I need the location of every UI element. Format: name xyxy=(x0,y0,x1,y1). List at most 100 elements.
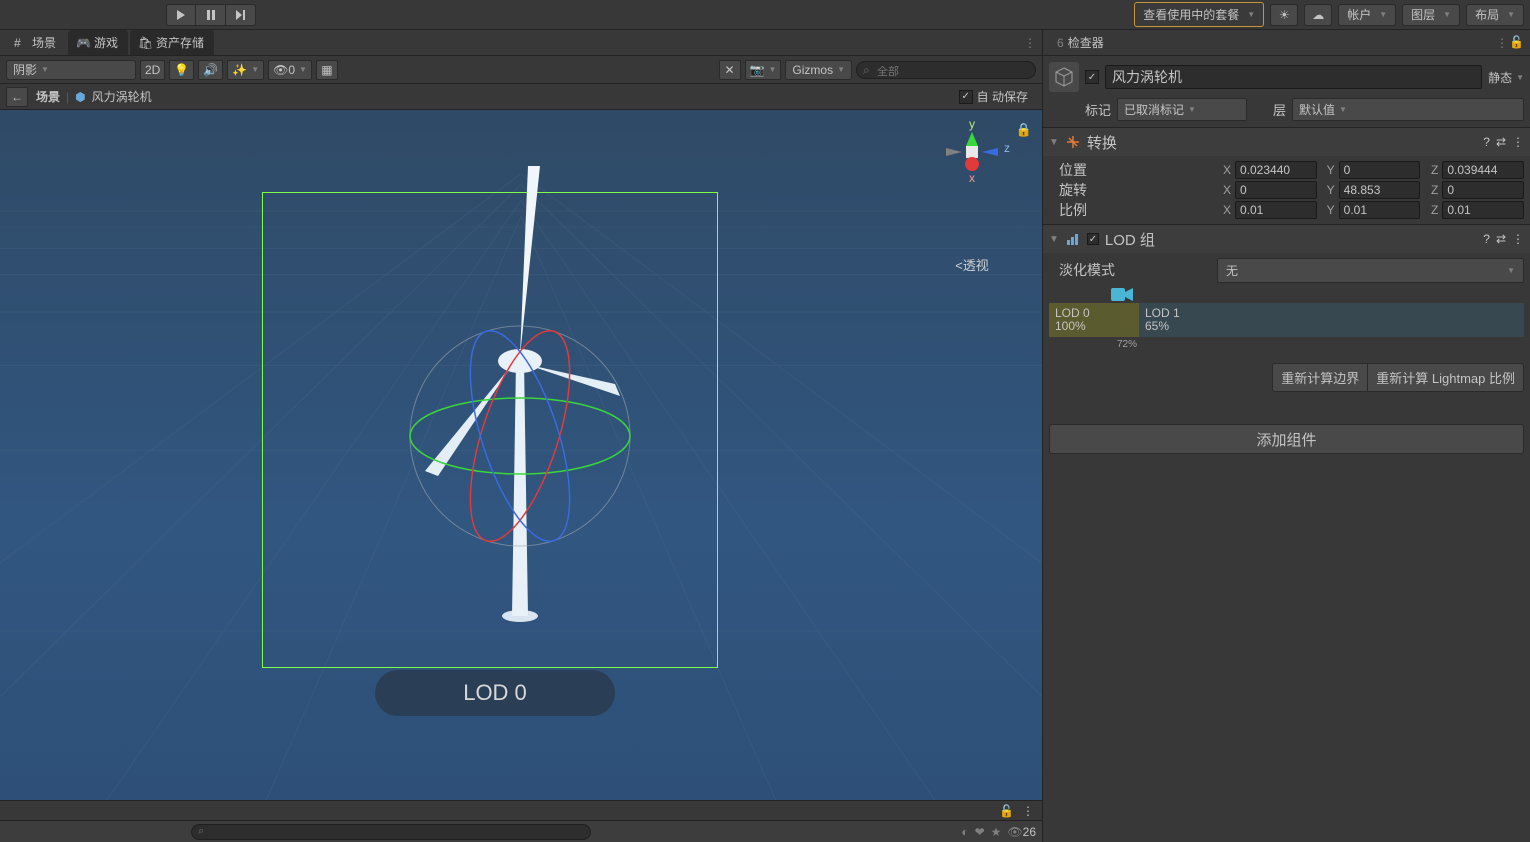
transform-icon xyxy=(1065,134,1081,150)
lod-segment-1[interactable]: LOD 1 65% xyxy=(1139,303,1524,337)
transform-header[interactable]: ▼ 转换 ?⇄⋮ xyxy=(1043,128,1530,156)
grid-toggle-icon[interactable]: ▦ xyxy=(316,60,338,80)
scale-label: 比例 xyxy=(1049,200,1213,220)
project-search-input[interactable] xyxy=(191,824,591,840)
scene-viewport[interactable]: y z x <透视 🔒 LOD 0 xyxy=(0,110,1042,800)
lighting-toggle-icon[interactable]: 💡 xyxy=(169,60,194,80)
scale-y-input[interactable] xyxy=(1339,201,1421,219)
position-z-input[interactable] xyxy=(1442,161,1524,179)
breadcrumb-root[interactable]: 场景 xyxy=(36,88,60,105)
breadcrumb-object[interactable]: 风力涡轮机 xyxy=(92,88,152,105)
camera-icon[interactable]: 📷 xyxy=(745,60,782,80)
wind-turbine-model[interactable] xyxy=(390,146,650,626)
autosave-label: 自 动保存 xyxy=(977,88,1028,105)
layer-value: 默认值 xyxy=(1299,101,1335,118)
scene-search-field[interactable] xyxy=(877,66,1027,78)
lod-group-header[interactable]: ▼ ✓ LOD 组 ?⇄⋮ xyxy=(1043,225,1530,253)
checkbox-icon: ✓ xyxy=(959,90,973,104)
rotation-x-input[interactable] xyxy=(1235,181,1317,199)
recalculate-bounds-button[interactable]: 重新计算边界 xyxy=(1272,363,1368,392)
tag-dropdown[interactable]: 已取消标记 xyxy=(1117,98,1247,121)
lod-slider[interactable]: LOD 0 100% LOD 1 65% 72% xyxy=(1049,303,1524,337)
lod-enabled-checkbox[interactable]: ✓ xyxy=(1087,233,1099,245)
position-y-input[interactable] xyxy=(1339,161,1421,179)
add-component-button[interactable]: 添加组件 xyxy=(1049,424,1524,454)
object-cube-icon[interactable] xyxy=(1049,62,1079,92)
play-button[interactable] xyxy=(166,4,196,26)
tab-game[interactable]: 🎮 游戏 xyxy=(68,30,128,55)
audio-toggle-icon[interactable]: 🔊 xyxy=(198,60,223,80)
shading-label: 阴影 xyxy=(13,61,37,78)
lock-icon[interactable]: 🔒 xyxy=(1016,122,1032,138)
step-button[interactable] xyxy=(226,4,256,26)
help-icon[interactable]: ? xyxy=(1483,135,1490,149)
autosave-checkbox[interactable]: ✓ 自 动保存 xyxy=(959,88,1036,105)
hidden-count[interactable]: 👁26 xyxy=(1007,825,1036,839)
rotation-z-input[interactable] xyxy=(1442,181,1524,199)
active-checkbox[interactable]: ✓ xyxy=(1085,70,1099,84)
package-label: 查看使用中的套餐 xyxy=(1143,6,1239,23)
play-controls xyxy=(166,4,256,26)
inspector-options-icon[interactable]: ⋮ xyxy=(1496,36,1508,50)
fade-mode-dropdown[interactable]: 无▼ xyxy=(1217,258,1524,283)
position-x-input[interactable] xyxy=(1235,161,1317,179)
package-manager-button[interactable]: 查看使用中的套餐 xyxy=(1134,2,1264,27)
scene-search-input[interactable] xyxy=(856,61,1036,79)
lock-inspector-icon[interactable]: 🔓 xyxy=(1509,35,1524,49)
recalculate-lightmap-button[interactable]: 重新计算 Lightmap 比例 xyxy=(1368,363,1524,392)
panel-options-icon[interactable]: ⋮ xyxy=(1024,36,1036,50)
viewport-lod-label: LOD 0 xyxy=(375,670,615,716)
object-header: ✓ 静态▼ 标记 已取消标记 层 默认值 xyxy=(1043,56,1530,127)
component-options-icon[interactable]: ⋮ xyxy=(1512,135,1524,149)
tab-scene[interactable]: #场景 xyxy=(6,30,66,55)
breadcrumb-separator: | xyxy=(66,90,69,104)
layer-dropdown[interactable]: 默认值 xyxy=(1292,98,1524,121)
camera-icon[interactable] xyxy=(1111,286,1135,303)
object-name-input[interactable] xyxy=(1105,65,1482,89)
scene-breadcrumb-bar: ← 场景 | ⬢ 风力涡轮机 ✓ 自 动保存 xyxy=(0,84,1042,110)
lod-group-title: LOD 组 xyxy=(1105,229,1477,250)
visibility-toggle[interactable]: 👁0 xyxy=(268,60,312,80)
help-icon[interactable]: ? xyxy=(1483,232,1490,246)
tab-game-label: 游戏 xyxy=(94,34,118,51)
game-icon: 🎮 xyxy=(76,36,90,50)
fx-toggle-icon[interactable]: ✨ xyxy=(227,60,264,80)
cloud-icon[interactable]: ☁ xyxy=(1304,4,1332,26)
svg-text:y: y xyxy=(969,120,975,131)
star-icon[interactable]: ★ xyxy=(991,825,1002,839)
preset-icon[interactable]: ⇄ xyxy=(1496,135,1506,149)
lod1-pct: 65% xyxy=(1145,320,1518,333)
account-dropdown[interactable]: 帐户 xyxy=(1338,4,1396,26)
fade-mode-value: 无 xyxy=(1226,262,1238,279)
position-label: 位置 xyxy=(1049,160,1213,180)
pause-button[interactable] xyxy=(196,4,226,26)
perspective-label[interactable]: <透视 xyxy=(932,255,1012,274)
rotation-y-input[interactable] xyxy=(1339,181,1421,199)
fade-mode-label: 淡化模式 xyxy=(1049,260,1213,280)
filter-icon[interactable]: ◐ xyxy=(961,825,968,839)
tag-value: 已取消标记 xyxy=(1124,101,1184,118)
back-icon[interactable]: ← xyxy=(6,87,28,107)
scale-x-input[interactable] xyxy=(1235,201,1317,219)
preset-icon[interactable]: ⇄ xyxy=(1496,232,1506,246)
kebab-footer-icon[interactable]: ⋮ xyxy=(1022,804,1034,818)
favorite-icon[interactable]: ❤ xyxy=(975,825,985,839)
sun-icon[interactable]: ☀ xyxy=(1270,4,1298,26)
gizmos-label: Gizmos xyxy=(792,63,833,77)
lod-segment-0[interactable]: LOD 0 100% xyxy=(1049,303,1139,337)
scale-z-input[interactable] xyxy=(1442,201,1524,219)
shading-mode-dropdown[interactable]: 阴影 xyxy=(6,60,136,80)
tools-icon[interactable]: ✕ xyxy=(719,60,741,80)
lock-footer-icon[interactable]: 🔓 xyxy=(999,804,1014,818)
tab-inspector[interactable]: 6 检查器 xyxy=(1049,30,1114,55)
layout-dropdown[interactable]: 布局 xyxy=(1466,4,1524,26)
layers-dropdown[interactable]: 图层 xyxy=(1402,4,1460,26)
tab-asset-store[interactable]: 🛍资产存储 xyxy=(130,30,214,55)
tab-scene-label: 场景 xyxy=(32,34,56,51)
layer-label: 层 xyxy=(1273,100,1286,119)
2d-toggle[interactable]: 2D xyxy=(140,60,165,80)
orientation-gizmo[interactable]: y z x <透视 xyxy=(932,120,1012,274)
static-toggle[interactable]: 静态▼ xyxy=(1488,69,1524,86)
gizmos-dropdown[interactable]: Gizmos xyxy=(785,60,852,80)
component-options-icon[interactable]: ⋮ xyxy=(1512,232,1524,246)
